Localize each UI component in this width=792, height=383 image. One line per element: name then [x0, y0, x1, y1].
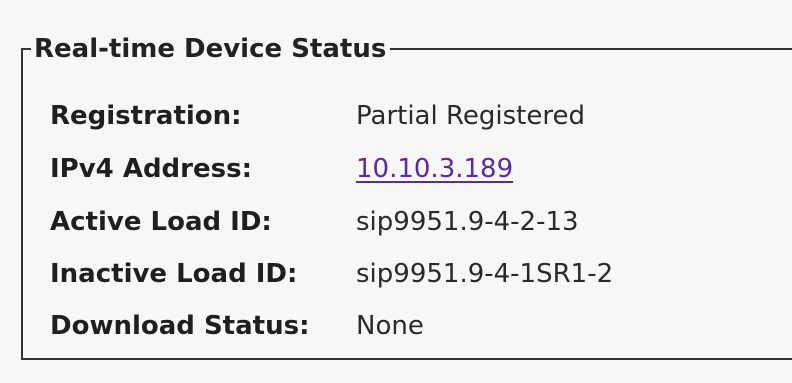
active-load-id-label: Active Load ID:	[50, 207, 272, 237]
download-status-label: Download Status:	[50, 311, 310, 341]
registration-value: Partial Registered	[356, 101, 585, 131]
panel-title: Real-time Device Status	[31, 32, 391, 66]
registration-label: Registration:	[50, 101, 242, 131]
active-load-id-value: sip9951.9-4-2-13	[356, 207, 579, 237]
inactive-load-id-label: Inactive Load ID:	[50, 259, 298, 289]
inactive-load-id-value: sip9951.9-4-1SR1-2	[356, 259, 614, 289]
ipv4-address-label: IPv4 Address:	[50, 154, 252, 184]
ipv4-address-link[interactable]: 10.10.3.189	[356, 149, 513, 189]
download-status-value: None	[356, 311, 424, 341]
